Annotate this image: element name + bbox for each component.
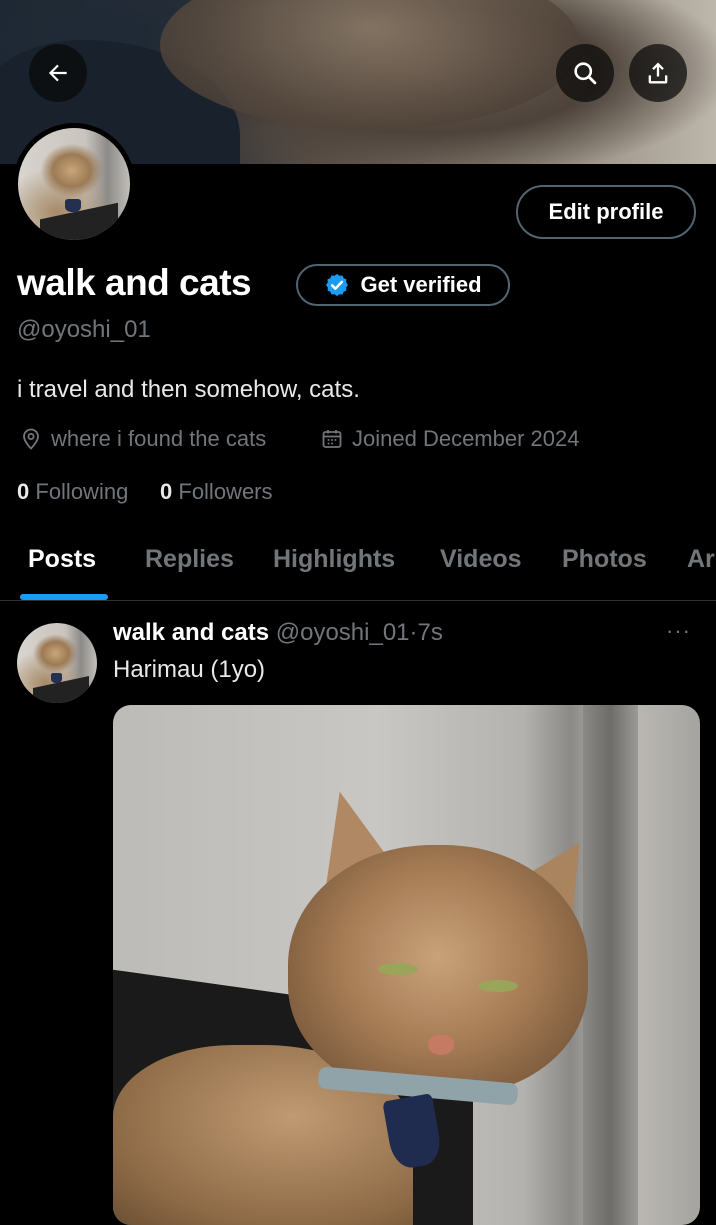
tab-articles[interactable]: Ar	[687, 545, 715, 574]
post-author-handle[interactable]: @oyoshi_01	[276, 619, 410, 646]
following-label: Following	[35, 479, 129, 504]
profile-handle: @oyoshi_01	[17, 316, 151, 343]
share-icon	[644, 59, 672, 87]
post-author-name[interactable]: walk and cats	[113, 619, 269, 646]
joined-text: Joined December 2024	[352, 426, 580, 451]
image-cat-eye-right	[478, 980, 518, 992]
post-avatar-tie	[50, 673, 62, 683]
tab-replies[interactable]: Replies	[145, 545, 234, 574]
post-separator: ·	[409, 619, 418, 646]
following-count: 0	[17, 479, 30, 504]
post-author-avatar[interactable]	[17, 623, 97, 703]
post-avatar-image	[17, 623, 97, 703]
location-pin-icon	[19, 427, 43, 451]
calendar-icon	[320, 427, 344, 451]
following-link[interactable]: 0 Following	[17, 479, 128, 505]
image-pole	[583, 705, 638, 1225]
edit-profile-button[interactable]: Edit profile	[516, 185, 696, 239]
post-header: walk and cats @oyoshi_01·7s	[113, 619, 443, 647]
avatar-tie	[65, 198, 81, 212]
post-text: Harimau (1yo)	[113, 656, 266, 683]
get-verified-button[interactable]: Get verified	[296, 264, 510, 306]
tab-photos[interactable]: Photos	[562, 545, 647, 574]
profile-display-name: walk and cats	[17, 262, 252, 303]
avatar-image	[18, 128, 130, 240]
tab-posts[interactable]: Posts	[28, 545, 96, 574]
followers-link[interactable]: 0 Followers	[160, 479, 273, 505]
followers-count: 0	[160, 479, 173, 504]
followers-label: Followers	[178, 479, 273, 504]
tabs-divider	[0, 600, 716, 601]
back-button[interactable]	[29, 44, 87, 102]
profile-location: where i found the cats	[19, 426, 266, 452]
image-cat-nose	[428, 1035, 454, 1055]
profile-joined: Joined December 2024	[320, 426, 579, 452]
share-button[interactable]	[629, 44, 687, 102]
profile-bio: i travel and then somehow, cats.	[17, 376, 360, 403]
profile-tabs: Posts Replies Highlights Videos Photos A…	[0, 530, 716, 600]
verified-badge-icon	[324, 272, 350, 298]
profile-avatar[interactable]	[13, 123, 135, 245]
search-button[interactable]	[556, 44, 614, 102]
post-image[interactable]	[113, 705, 700, 1225]
get-verified-label: Get verified	[360, 272, 482, 297]
post-more-button[interactable]: ···	[666, 618, 691, 644]
image-cat-head	[288, 845, 588, 1095]
post-time[interactable]: 7s	[418, 619, 443, 646]
image-cat-eye-left	[378, 963, 418, 975]
tab-videos[interactable]: Videos	[440, 545, 522, 574]
tab-highlights[interactable]: Highlights	[273, 545, 395, 574]
search-icon	[571, 59, 599, 87]
location-text: where i found the cats	[51, 426, 267, 451]
arrow-left-icon	[45, 60, 71, 86]
